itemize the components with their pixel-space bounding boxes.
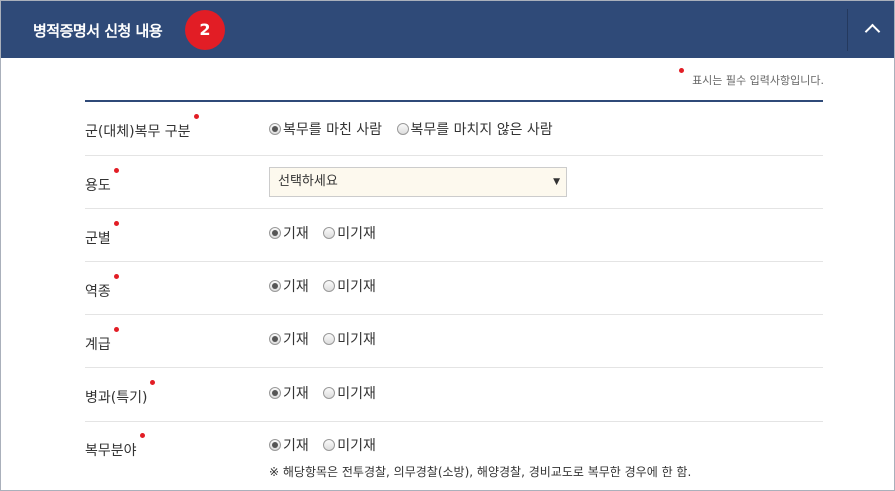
radio-checked-icon[interactable] xyxy=(269,333,281,345)
row-purpose: 용도 선택하세요 ▼ xyxy=(85,156,823,209)
row-label-text: 계급 xyxy=(85,337,111,353)
row-specialty: 병과(특기) 기재 미기재 xyxy=(85,368,823,422)
radio-checked-icon[interactable] xyxy=(269,439,281,451)
step-badge: 2 xyxy=(185,10,225,50)
required-dot-icon xyxy=(113,274,119,279)
radio-option-completed[interactable]: 복무를 마친 사람 xyxy=(269,119,382,139)
service-field-radios: 기재 미기재 xyxy=(269,435,386,455)
row-label: 계급 xyxy=(85,327,119,354)
required-dot-icon xyxy=(150,380,156,385)
radio-option-include[interactable]: 기재 xyxy=(269,329,309,349)
purpose-select[interactable]: 선택하세요 ▼ xyxy=(269,167,567,197)
radio-label: 기재 xyxy=(283,332,309,348)
required-dot-icon xyxy=(113,327,119,332)
specialty-radios: 기재 미기재 xyxy=(269,383,386,403)
radio-label: 미기재 xyxy=(337,279,376,295)
radio-unchecked-icon[interactable] xyxy=(396,123,409,135)
radio-label: 미기재 xyxy=(337,438,376,454)
required-note-text: 표시는 필수 입력사항입니다. xyxy=(692,74,824,87)
radio-label: 기재 xyxy=(283,386,309,402)
row-label: 군(대체)복무 구분 xyxy=(85,114,199,141)
radio-option-exclude[interactable]: 미기재 xyxy=(323,223,376,243)
required-dot-icon xyxy=(193,114,199,119)
required-dot-icon xyxy=(113,168,119,173)
radio-label: 기재 xyxy=(283,438,309,454)
required-dot-icon xyxy=(113,221,119,226)
collapse-toggle-button[interactable] xyxy=(848,1,894,58)
radio-option-not-completed[interactable]: 복무를 마치지 않은 사람 xyxy=(396,119,553,139)
radio-label: 기재 xyxy=(283,226,309,242)
required-dot-icon xyxy=(139,433,145,438)
panel-title: 병적증명서 신청 내용 xyxy=(33,22,163,40)
radio-label: 복무를 마친 사람 xyxy=(283,122,383,138)
row-label: 군별 xyxy=(85,221,119,248)
radio-unchecked-icon[interactable] xyxy=(323,387,336,399)
branch-radios: 기재 미기재 xyxy=(269,223,386,243)
radio-option-exclude[interactable]: 미기재 xyxy=(323,435,376,455)
radio-unchecked-icon[interactable] xyxy=(323,439,336,451)
radio-unchecked-icon[interactable] xyxy=(323,333,336,345)
radio-checked-icon[interactable] xyxy=(269,387,281,399)
required-note: 표시는 필수 입력사항입니다. xyxy=(679,68,824,88)
row-label-text: 군별 xyxy=(85,231,111,247)
row-service-category: 역종 기재 미기재 xyxy=(85,262,823,315)
service-field-hint: ※ 해당항목은 전투경찰, 의무경찰(소방), 해양경찰, 경비교도로 복무한 … xyxy=(269,465,692,479)
radio-option-exclude[interactable]: 미기재 xyxy=(323,329,376,349)
application-panel: 병적증명서 신청 내용 2 표시는 필수 입력사항입니다. 군(대체)복무 구분… xyxy=(0,0,895,491)
radio-option-include[interactable]: 기재 xyxy=(269,435,309,455)
radio-label: 기재 xyxy=(283,279,309,295)
radio-unchecked-icon[interactable] xyxy=(323,280,336,292)
radio-checked-icon[interactable] xyxy=(269,227,281,239)
row-label: 복무분야 xyxy=(85,433,145,460)
row-label: 역종 xyxy=(85,274,119,301)
radio-option-include[interactable]: 기재 xyxy=(269,223,309,243)
row-label-text: 용도 xyxy=(85,178,111,194)
radio-option-include[interactable]: 기재 xyxy=(269,276,309,296)
radio-checked-icon[interactable] xyxy=(269,123,281,135)
row-label: 용도 xyxy=(85,168,119,195)
chevron-up-icon xyxy=(864,23,881,40)
row-label-text: 군(대체)복무 구분 xyxy=(85,124,191,140)
required-dot-icon xyxy=(679,68,685,73)
panel-header: 병적증명서 신청 내용 2 xyxy=(1,1,894,58)
row-label-text: 역종 xyxy=(85,284,111,300)
radio-label: 복무를 마치지 않은 사람 xyxy=(410,122,553,138)
radio-label: 미기재 xyxy=(337,332,376,348)
service-category-radios: 기재 미기재 xyxy=(269,276,386,296)
radio-option-include[interactable]: 기재 xyxy=(269,383,309,403)
dropdown-arrow-icon: ▼ xyxy=(553,177,560,187)
row-label-text: 병과(특기) xyxy=(85,390,148,406)
radio-option-exclude[interactable]: 미기재 xyxy=(323,383,376,403)
select-value: 선택하세요 xyxy=(278,174,338,189)
radio-option-exclude[interactable]: 미기재 xyxy=(323,276,376,296)
radio-unchecked-icon[interactable] xyxy=(323,227,336,239)
row-branch: 군별 기재 미기재 xyxy=(85,209,823,262)
row-label: 병과(특기) xyxy=(85,380,156,407)
rank-radios: 기재 미기재 xyxy=(269,329,386,349)
radio-label: 미기재 xyxy=(337,226,376,242)
radio-label: 미기재 xyxy=(337,386,376,402)
service-type-radios: 복무를 마친 사람 복무를 마치지 않은 사람 xyxy=(269,119,563,139)
row-service-type: 군(대체)복무 구분 복무를 마친 사람 복무를 마치지 않은 사람 xyxy=(85,102,823,156)
radio-checked-icon[interactable] xyxy=(269,280,281,292)
row-rank: 계급 기재 미기재 xyxy=(85,315,823,368)
row-label-text: 복무분야 xyxy=(85,443,137,459)
